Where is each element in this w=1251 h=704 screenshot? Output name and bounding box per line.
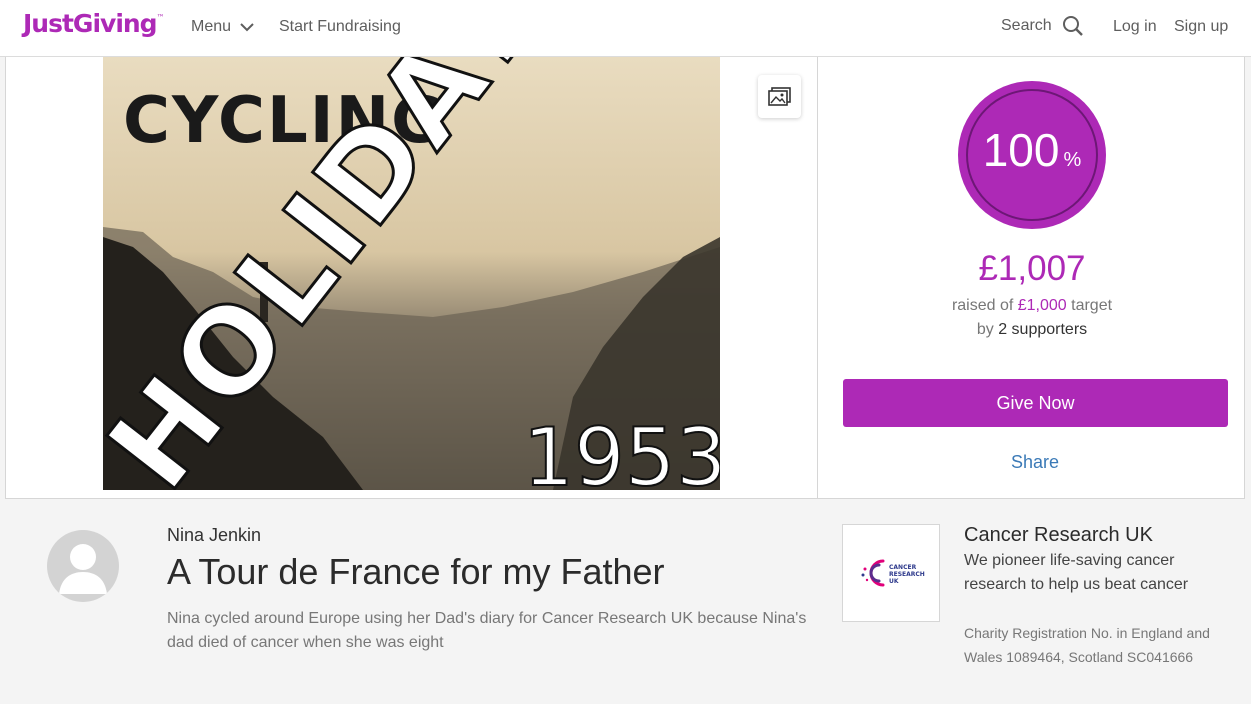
photo-text-year: 1953 bbox=[523, 411, 720, 490]
charity-logo-line2: RESEARCH bbox=[889, 571, 925, 578]
search-label: Search bbox=[1001, 17, 1052, 34]
percent-symbol: % bbox=[1063, 149, 1082, 171]
give-now-button[interactable]: Give Now bbox=[843, 379, 1228, 427]
gallery-button[interactable] bbox=[758, 75, 801, 118]
start-fundraising-link[interactable]: Start Fundraising bbox=[279, 18, 401, 36]
progress-percent: 100% bbox=[958, 123, 1106, 177]
site-header: JustGiving™ Menu Start Fundraising Searc… bbox=[0, 0, 1251, 57]
signup-link[interactable]: Sign up bbox=[1174, 18, 1228, 36]
search-button[interactable]: Search bbox=[1001, 15, 1084, 37]
cancer-research-logo-art: CANCER RESEARCH UK bbox=[861, 559, 925, 587]
progress-ring: 100% bbox=[958, 81, 1106, 229]
by-text: by bbox=[976, 321, 999, 338]
justgiving-logo[interactable]: JustGiving™ bbox=[23, 9, 165, 38]
amount-raised: £1,007 bbox=[978, 249, 1086, 288]
chevron-down-icon bbox=[240, 22, 254, 31]
charity-logo-line1: CANCER bbox=[889, 564, 917, 571]
menu-button[interactable]: Menu bbox=[191, 18, 254, 36]
page-summary: Nina cycled around Europe using her Dad'… bbox=[167, 610, 807, 651]
cover-photo[interactable]: CYCLING HOLIDAY 1953 bbox=[103, 57, 720, 490]
page-title: A Tour de France for my Father bbox=[167, 551, 665, 592]
charity-logo-line3: UK bbox=[889, 578, 899, 585]
fundraising-card: CYCLING HOLIDAY 1953 100% £1,007 raised … bbox=[5, 57, 1245, 499]
charity-description: We pioneer life-saving cancer research t… bbox=[964, 552, 1189, 593]
owner-avatar bbox=[47, 530, 119, 602]
user-icon bbox=[59, 544, 107, 594]
target-line: raised of £1,000 target bbox=[819, 297, 1245, 315]
donation-panel: 100% £1,007 raised of £1,000 target by 2… bbox=[819, 57, 1245, 498]
supporters-line: by 2 supporters bbox=[819, 321, 1245, 339]
supporters-count: 2 supporters bbox=[998, 321, 1088, 338]
media-panel: CYCLING HOLIDAY 1953 bbox=[6, 57, 818, 498]
raised-of-text: raised of bbox=[951, 297, 1018, 314]
cover-photo-art: CYCLING HOLIDAY 1953 bbox=[103, 57, 720, 490]
target-suffix: target bbox=[1066, 297, 1113, 314]
share-link[interactable]: Share bbox=[819, 452, 1251, 473]
percent-value: 100 bbox=[982, 124, 1060, 176]
image-gallery-icon bbox=[767, 86, 791, 106]
charity-registration: Charity Registration No. in England and … bbox=[964, 625, 1210, 665]
login-link[interactable]: Log in bbox=[1113, 18, 1157, 36]
logo-text: JustGiving bbox=[23, 9, 158, 38]
target-amount: £1,000 bbox=[1017, 297, 1067, 314]
menu-label: Menu bbox=[191, 18, 232, 35]
charity-logo[interactable]: CANCER RESEARCH UK bbox=[842, 524, 940, 622]
search-icon bbox=[1062, 16, 1083, 36]
charity-name[interactable]: Cancer Research UK bbox=[964, 524, 1153, 547]
logo-trademark: ™ bbox=[156, 13, 165, 22]
page-owner-name[interactable]: Nina Jenkin bbox=[167, 525, 261, 546]
